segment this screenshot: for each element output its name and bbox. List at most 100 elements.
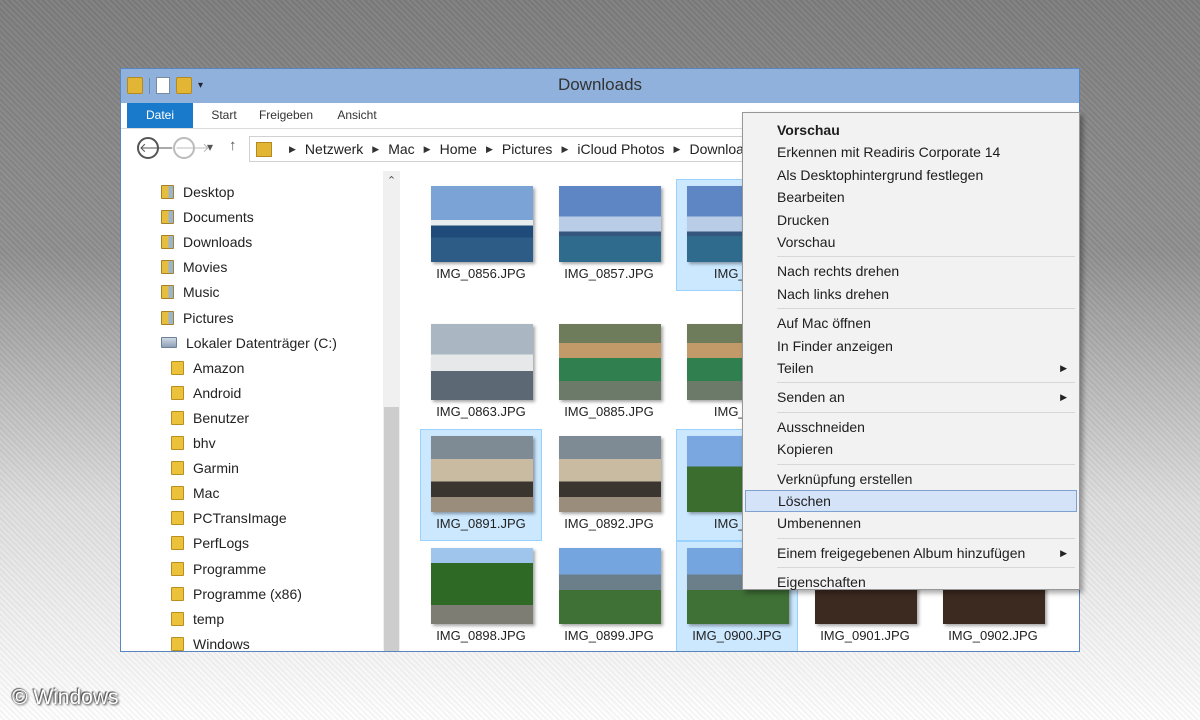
nav-item[interactable]: Programme (x86) — [171, 583, 302, 605]
submenu-arrow-icon: ▶ — [1060, 547, 1067, 558]
folder-icon — [171, 360, 184, 375]
menu-item-label: Nach rechts drehen — [777, 263, 900, 280]
folder-icon — [171, 436, 184, 450]
nav-item-label: Pictures — [183, 309, 234, 326]
chevron-right-icon[interactable]: ▶ — [674, 144, 681, 155]
menu-item-label: Löschen — [778, 493, 831, 509]
scroll-thumb[interactable] — [384, 407, 399, 651]
chevron-right-icon[interactable]: ▶ — [372, 144, 379, 155]
menu-item-label: In Finder anzeigen — [777, 337, 893, 354]
file-name: IMG_0900.JPG — [692, 628, 782, 643]
nav-item[interactable]: temp — [171, 608, 224, 630]
image-thumbnail — [431, 548, 533, 624]
recent-locations-chevron-icon[interactable]: ▾ — [207, 140, 213, 154]
context-menu-item[interactable]: Bearbeiten — [745, 186, 1077, 208]
file-tile[interactable]: IMG_0856.JPG — [420, 179, 542, 291]
nav-item[interactable]: Amazon — [171, 357, 244, 379]
image-thumbnail — [559, 324, 661, 400]
nav-item[interactable]: Downloads — [161, 231, 252, 253]
context-menu-item[interactable]: Ausschneiden — [745, 416, 1077, 438]
nav-item[interactable]: Mac — [171, 482, 219, 504]
nav-item-label: PerfLogs — [193, 535, 250, 552]
folder-icon — [171, 385, 184, 400]
context-menu-item[interactable]: Als Desktophintergrund festlegen — [745, 164, 1077, 186]
folder-icon — [171, 636, 184, 651]
file-tile[interactable]: IMG_0898.JPG — [420, 541, 542, 651]
breadcrumb-netzwerk[interactable]: Netzwerk — [305, 141, 363, 157]
nav-item[interactable]: Music — [161, 281, 220, 303]
menu-item-label: Teilen — [777, 360, 814, 376]
tab-start[interactable]: Start — [199, 103, 249, 128]
nav-item-label: bhv — [193, 435, 216, 451]
nav-item[interactable]: PerfLogs — [171, 532, 249, 554]
up-button[interactable]: ↑ — [229, 137, 237, 154]
menu-item-label: Bearbeiten — [777, 189, 845, 206]
nav-item[interactable]: Benutzer — [171, 407, 249, 429]
context-menu-item[interactable]: Teilen ▶ — [745, 357, 1077, 379]
chevron-right-icon[interactable]: ▶ — [424, 144, 431, 155]
file-tile[interactable]: IMG_0892.JPG — [548, 429, 670, 541]
file-tile[interactable]: IMG_0899.JPG — [548, 541, 670, 651]
context-menu-item[interactable]: Drucken — [745, 209, 1077, 231]
nav-item[interactable]: Android — [171, 382, 241, 404]
nav-scrollbar[interactable]: ⌃ — [383, 171, 400, 651]
tab-datei[interactable]: Datei — [127, 103, 193, 128]
chevron-right-icon[interactable]: ▶ — [486, 144, 493, 155]
context-menu-item[interactable]: Auf Mac öffnen — [745, 312, 1077, 334]
file-tile[interactable]: IMG_0891.JPG — [420, 429, 542, 541]
forward-button[interactable]: 🡒 — [173, 137, 210, 159]
context-menu-item[interactable]: Verknüpfung erstellen — [745, 468, 1077, 490]
file-tile[interactable]: IMG_0863.JPG — [420, 317, 542, 429]
chevron-up-icon[interactable]: ⌃ — [383, 173, 400, 189]
title-bar: ▾ Downloads — [121, 69, 1079, 103]
context-menu-item[interactable]: Umbenennen — [745, 512, 1077, 534]
context-menu-item[interactable]: Einem freigegebenen Album hinzufügen ▶ — [745, 542, 1077, 564]
file-tile[interactable]: IMG_0885.JPG — [548, 317, 670, 429]
context-menu-item[interactable]: In Finder anzeigen — [745, 335, 1077, 357]
context-menu-item[interactable]: Kopieren — [745, 438, 1077, 460]
nav-item[interactable]: Documents — [161, 206, 254, 228]
chevron-right-icon[interactable]: ▶ — [561, 144, 568, 155]
nav-item[interactable]: Garmin — [171, 457, 239, 479]
menu-separator — [777, 256, 1075, 258]
context-menu-item[interactable]: Eigenschaften — [745, 571, 1077, 593]
nav-item-label: Amazon — [193, 359, 245, 376]
image-thumbnail — [559, 186, 661, 262]
window-title: Downloads — [557, 75, 643, 94]
library-folder-icon — [161, 185, 174, 199]
context-menu-item[interactable]: Nach rechts drehen — [745, 260, 1077, 282]
menu-item-label: Auf Mac öffnen — [777, 315, 871, 332]
tab-ansicht[interactable]: Ansicht — [327, 103, 387, 128]
context-menu-item[interactable]: Vorschau — [745, 119, 1077, 141]
nav-item[interactable]: Windows — [171, 633, 250, 651]
nav-item[interactable]: Pictures — [161, 307, 234, 329]
library-folder-icon — [161, 235, 174, 250]
nav-item[interactable]: Programme — [171, 558, 266, 580]
breadcrumb-mac[interactable]: Mac — [388, 141, 414, 157]
nav-item[interactable]: Movies — [161, 256, 227, 278]
context-menu-item[interactable]: Nach links drehen — [745, 283, 1077, 305]
context-menu-item[interactable]: Löschen — [745, 490, 1077, 512]
nav-item[interactable]: Lokaler Datenträger (C:) — [161, 332, 337, 354]
menu-item-label: Vorschau — [777, 234, 836, 250]
folder-icon — [171, 461, 184, 476]
nav-item[interactable]: bhv — [171, 432, 216, 454]
nav-item-label: Benutzer — [193, 409, 250, 426]
file-tile[interactable]: IMG_0857.JPG — [548, 179, 670, 291]
chevron-right-icon[interactable]: ▶ — [289, 144, 296, 155]
image-thumbnail — [431, 436, 533, 512]
menu-item-label: Senden an — [777, 389, 845, 406]
context-menu-item[interactable]: Senden an ▶ — [745, 386, 1077, 408]
breadcrumb-home[interactable]: Home — [440, 141, 477, 157]
nav-item-label: Music — [183, 284, 220, 301]
context-menu-item[interactable]: Vorschau — [745, 231, 1077, 253]
tab-freigeben[interactable]: Freigeben — [253, 103, 319, 128]
nav-item[interactable]: Desktop — [161, 181, 234, 203]
back-button[interactable]: 🡐 — [137, 137, 174, 159]
menu-item-label: Eigenschaften — [777, 574, 866, 591]
breadcrumb-pictures[interactable]: Pictures — [502, 141, 553, 157]
context-menu-item[interactable]: Erkennen mit Readiris Corporate 14 — [745, 141, 1077, 163]
nav-item[interactable]: PCTransImage — [171, 507, 287, 529]
breadcrumb-icloud-photos[interactable]: iCloud Photos — [577, 141, 664, 157]
file-name: IMG_0885.JPG — [564, 404, 654, 419]
